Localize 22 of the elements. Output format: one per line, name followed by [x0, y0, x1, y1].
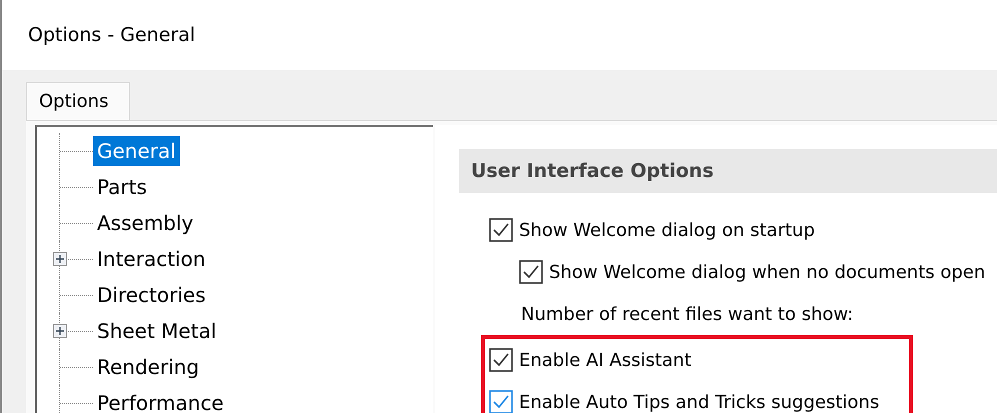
checkbox[interactable]: [489, 390, 513, 413]
checkbox-label[interactable]: Show Welcome dialog on startup: [519, 220, 815, 240]
tree-item[interactable]: Sheet Metal: [93, 316, 220, 346]
tree-item[interactable]: Assembly: [93, 208, 198, 238]
tree-item[interactable]: Interaction: [93, 244, 210, 274]
tree-item[interactable]: Directories: [93, 280, 210, 310]
tree-item[interactable]: Rendering: [93, 352, 204, 382]
tab[interactable]: Options: [26, 82, 130, 120]
tree-item[interactable]: General: [93, 136, 180, 166]
expand-icon[interactable]: [53, 324, 67, 338]
checkbox[interactable]: [519, 260, 543, 284]
window-title: Options - General: [28, 24, 196, 46]
checkbox[interactable]: [489, 218, 513, 242]
checkbox-label[interactable]: Show Welcome dialog when no documents open: [549, 262, 986, 282]
tree-item[interactable]: Performance: [93, 388, 228, 413]
section-header: User Interface Options: [459, 149, 997, 193]
tree-item[interactable]: Parts: [93, 172, 151, 202]
checkbox-label[interactable]: Enable Auto Tips and Tricks suggestions: [519, 392, 880, 412]
checkbox-label[interactable]: Enable AI Assistant: [519, 350, 692, 370]
expand-icon[interactable]: [53, 252, 67, 266]
checkbox[interactable]: [489, 348, 513, 372]
field-label: Number of recent files want to show:: [520, 304, 854, 324]
